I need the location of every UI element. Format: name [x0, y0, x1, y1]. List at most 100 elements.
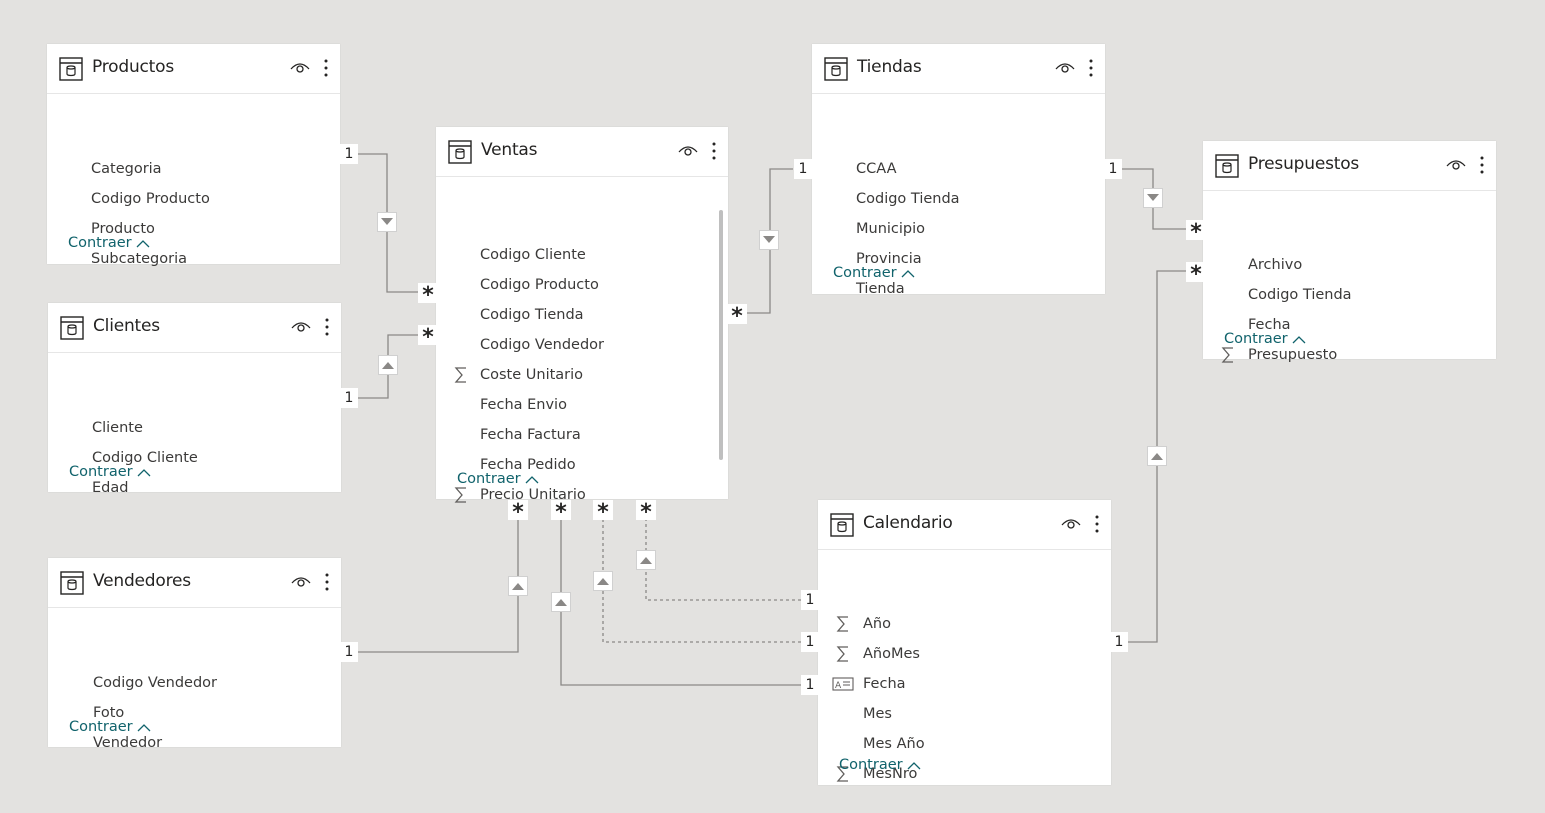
field-item[interactable]: Fecha Factura: [436, 420, 728, 450]
field-item[interactable]: Codigo Vendedor: [48, 668, 341, 698]
filter-direction-down[interactable]: [1143, 188, 1163, 208]
field-item[interactable]: Categoria: [47, 154, 340, 184]
table-header[interactable]: Tiendas: [812, 44, 1105, 94]
eye-icon[interactable]: [291, 320, 311, 334]
filter-direction-down[interactable]: [377, 212, 397, 232]
cardinality-one: 1: [801, 590, 819, 610]
chevron-up-icon: [1292, 335, 1306, 343]
sigma-icon: [454, 487, 466, 503]
cardinality-one: 1: [1104, 159, 1122, 179]
field-item[interactable]: Mes Año: [818, 729, 1111, 759]
filter-direction-up[interactable]: [636, 550, 656, 570]
cardinality-many: *: [1186, 262, 1206, 287]
table-title: Vendedores: [93, 571, 191, 591]
cardinality-many: *: [418, 325, 438, 350]
collapse-link[interactable]: Contraer: [833, 265, 915, 281]
triangle-down-icon: [1147, 194, 1159, 201]
chevron-up-icon: [136, 239, 150, 247]
chevron-up-icon: [901, 269, 915, 277]
cardinality-one: 1: [794, 159, 812, 179]
collapse-link[interactable]: Contraer: [1224, 331, 1306, 347]
table-card-presupuestos[interactable]: Presupuestos Archivo Codigo Tienda Fecha…: [1203, 141, 1496, 363]
eye-icon[interactable]: [291, 575, 311, 589]
field-item[interactable]: Coste Unitario: [436, 360, 728, 390]
field-item[interactable]: Codigo Producto: [47, 184, 340, 214]
field-item[interactable]: Codigo Vendedor: [436, 330, 728, 360]
table-header[interactable]: Presupuestos: [1203, 141, 1496, 191]
cardinality-one: 1: [340, 642, 358, 662]
scrollbar[interactable]: [719, 210, 723, 460]
table-icon: [60, 571, 84, 595]
table-title: Ventas: [481, 140, 538, 160]
eye-icon[interactable]: [290, 61, 310, 75]
more-options-icon[interactable]: [1478, 155, 1486, 175]
filter-direction-up[interactable]: [1147, 446, 1167, 466]
collapse-link[interactable]: Contraer: [68, 235, 150, 251]
field-item[interactable]: AñoMes: [818, 639, 1111, 669]
field-item[interactable]: Cliente: [48, 413, 341, 443]
sigma-icon: [836, 616, 848, 632]
table-card-tiendas[interactable]: Tiendas CCAA Codigo Tienda Municipio Pro…: [812, 44, 1105, 297]
more-options-icon[interactable]: [1087, 58, 1095, 78]
cardinality-one: 1: [801, 675, 819, 695]
field-item[interactable]: Codigo Tienda: [812, 184, 1105, 214]
field-item[interactable]: A Fecha: [818, 669, 1111, 699]
eye-icon[interactable]: [1446, 158, 1466, 172]
field-item[interactable]: Municipio: [812, 214, 1105, 244]
cardinality-one: 1: [340, 144, 358, 164]
eye-icon[interactable]: [1061, 517, 1081, 531]
table-title: Calendario: [863, 513, 953, 533]
more-options-icon[interactable]: [322, 58, 330, 78]
table-card-productos[interactable]: Productos Categoria Codigo Producto Prod…: [47, 44, 340, 267]
table-header[interactable]: Ventas: [436, 127, 728, 177]
eye-icon[interactable]: [1055, 61, 1075, 75]
field-item[interactable]: Codigo Producto: [436, 270, 728, 300]
table-card-calendario[interactable]: Calendario Año AñoMes A Fecha Mes Mes Año…: [818, 500, 1111, 785]
table-card-ventas[interactable]: Ventas Codigo Cliente Codigo Producto Co…: [436, 127, 728, 503]
table-card-clientes[interactable]: Clientes Cliente Codigo Cliente Edad Con…: [48, 303, 341, 496]
cardinality-one: 1: [340, 388, 358, 408]
filter-direction-up[interactable]: [378, 355, 398, 375]
field-item[interactable]: Mes: [818, 699, 1111, 729]
cardinality-one: 1: [801, 632, 819, 652]
collapse-link[interactable]: Contraer: [69, 719, 151, 735]
triangle-up-icon: [555, 599, 567, 606]
key-field-icon: A: [832, 677, 854, 691]
filter-direction-up[interactable]: [551, 592, 571, 612]
more-options-icon[interactable]: [323, 317, 331, 337]
field-item[interactable]: CCAA: [812, 154, 1105, 184]
cardinality-one: 1: [1110, 632, 1128, 652]
filter-direction-down[interactable]: [759, 230, 779, 250]
cardinality-many: *: [418, 283, 438, 308]
table-header[interactable]: Productos: [47, 44, 340, 94]
triangle-up-icon: [640, 557, 652, 564]
sigma-icon: [1221, 347, 1233, 363]
table-header[interactable]: Calendario: [818, 500, 1111, 550]
svg-text:A: A: [835, 681, 842, 691]
chevron-up-icon: [525, 475, 539, 483]
filter-direction-up[interactable]: [508, 576, 528, 596]
collapse-link[interactable]: Contraer: [69, 464, 151, 480]
triangle-up-icon: [1151, 453, 1163, 460]
collapse-link[interactable]: Contraer: [457, 471, 539, 487]
field-item[interactable]: Año: [818, 609, 1111, 639]
table-header[interactable]: Vendedores: [48, 558, 341, 608]
collapse-link[interactable]: Contraer: [839, 757, 921, 773]
table-card-vendedores[interactable]: Vendedores Codigo Vendedor Foto Vendedor…: [48, 558, 341, 751]
field-item[interactable]: Codigo Cliente: [436, 240, 728, 270]
filter-direction-up[interactable]: [593, 571, 613, 591]
field-item[interactable]: Codigo Tienda: [436, 300, 728, 330]
more-options-icon[interactable]: [323, 572, 331, 592]
eye-icon[interactable]: [678, 144, 698, 158]
more-options-icon[interactable]: [1093, 514, 1101, 534]
table-header[interactable]: Clientes: [48, 303, 341, 353]
table-icon: [448, 140, 472, 164]
table-title: Tiendas: [857, 57, 922, 77]
more-options-icon[interactable]: [710, 141, 718, 161]
sigma-icon: [836, 646, 848, 662]
field-item[interactable]: Archivo: [1203, 250, 1496, 280]
sigma-icon: [454, 367, 466, 383]
field-item[interactable]: Fecha Envio: [436, 390, 728, 420]
field-item[interactable]: Codigo Tienda: [1203, 280, 1496, 310]
chevron-up-icon: [907, 761, 921, 769]
